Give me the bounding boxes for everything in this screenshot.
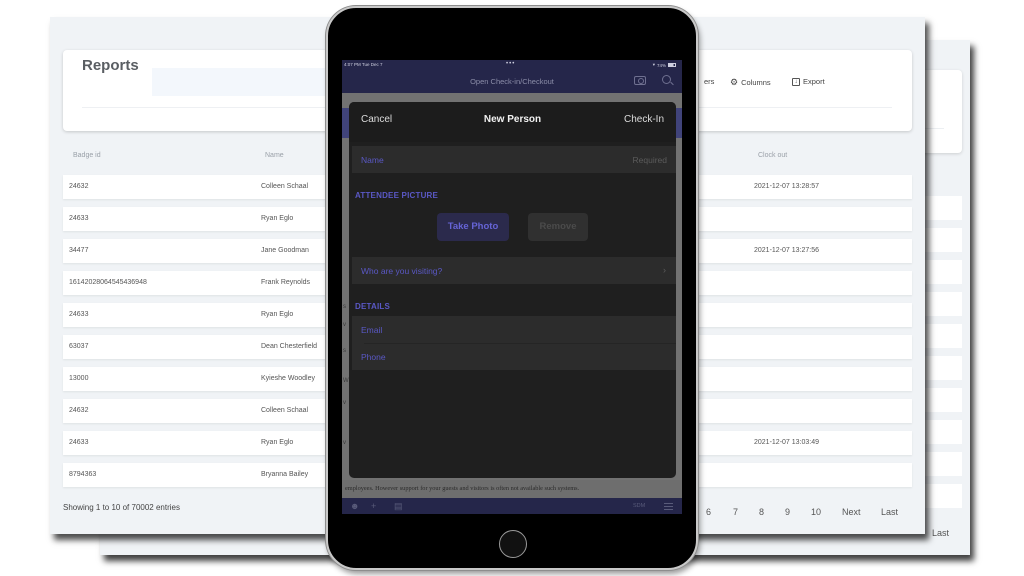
name-placeholder: Required (632, 155, 668, 165)
name-cell: Colleen Schaal (261, 407, 309, 414)
filters-button[interactable]: ers (704, 77, 714, 86)
ipad-screen: s v s W v v 4:07 PM Tue Dec 7 ••• ▾ 74% … (342, 60, 682, 514)
ios-status-bar: 4:07 PM Tue Dec 7 ••• ▾ 74% (342, 60, 682, 70)
check-in-button[interactable]: Check-In (624, 114, 664, 125)
badge-id-cell: 24633 (69, 311, 89, 318)
badge-id-cell: 8794363 (69, 471, 97, 478)
background-description-text: employees. However support for your gues… (342, 480, 682, 498)
column-header-name[interactable]: Name (265, 152, 284, 159)
filters-label: ers (704, 77, 715, 86)
columns-button[interactable]: ⚙ Columns (730, 77, 771, 88)
background-pager-last[interactable]: Last (932, 528, 949, 538)
badge-id-cell: 63037 (69, 343, 89, 350)
badge-id-cell: 34477 (69, 247, 89, 254)
battery-indicator: ▾ 74% (653, 62, 676, 68)
background-letter: v (343, 440, 346, 446)
who-visiting-label: Who are you visiting? (361, 266, 443, 276)
search-icon[interactable] (662, 75, 671, 84)
name-field[interactable]: Name Required (352, 146, 676, 173)
page-6[interactable]: 6 (706, 507, 711, 517)
background-letter: s (343, 304, 346, 310)
badge-id-cell: 13000 (69, 375, 89, 382)
multitasking-dots[interactable]: ••• (506, 61, 515, 67)
badge-id-cell: 16142028064545436948 (69, 279, 147, 286)
entries-count: Showing 1 to 10 of 70002 entries (63, 503, 180, 512)
export-button[interactable]: ↓ Export (792, 77, 825, 86)
wifi-icon: ▾ (652, 62, 655, 67)
name-cell: Jane Goodman (261, 247, 309, 254)
clock-out-cell: 2021-12-07 13:28:57 (754, 183, 819, 190)
clock-out-cell: 2021-12-07 13:03:49 (754, 439, 819, 446)
take-photo-button[interactable]: Take Photo (437, 213, 509, 241)
app-navbar: Open Check-in/Checkout (342, 70, 682, 93)
page-9[interactable]: 9 (785, 507, 790, 517)
search-input[interactable] (152, 68, 342, 96)
column-header-clock-out[interactable]: Clock out (758, 152, 787, 159)
modal-header: Cancel New Person Check-In (349, 102, 676, 142)
badge-id-cell: 24633 (69, 215, 89, 222)
background-letter: W (343, 378, 349, 384)
plus-icon[interactable]: + (371, 501, 376, 511)
status-time: 4:07 PM Tue Dec 7 (344, 62, 383, 67)
remove-photo-button[interactable]: Remove (528, 213, 588, 241)
page-title: Reports (82, 57, 139, 74)
name-cell: Kyieshe Woodley (261, 375, 315, 382)
columns-label: Columns (741, 78, 771, 87)
badge-id-cell: 24633 (69, 439, 89, 446)
badge-id-cell: 24632 (69, 183, 89, 190)
document-icon[interactable]: ▤ (394, 501, 403, 512)
last-page-button[interactable]: Last (881, 507, 898, 517)
nav-title: Open Check-in/Checkout (470, 77, 554, 86)
name-cell: Ryan Eglo (261, 311, 294, 318)
column-header-badge-id[interactable]: Badge id (73, 152, 101, 159)
email-field-label[interactable]: Email (361, 325, 382, 335)
divider (364, 343, 676, 344)
ipad-device: s v s W v v 4:07 PM Tue Dec 7 ••• ▾ 74% … (326, 6, 698, 570)
new-person-modal: Cancel New Person Check-In Name Required… (349, 102, 676, 478)
attendee-picture-heading: ATTENDEE PICTURE (355, 191, 439, 200)
page-7[interactable]: 7 (733, 507, 738, 517)
page-8[interactable]: 8 (759, 507, 764, 517)
gear-icon: ⚙ (730, 77, 739, 87)
person-icon[interactable]: ☻ (350, 501, 359, 511)
name-cell: Ryan Eglo (261, 215, 294, 222)
home-button[interactable] (499, 530, 527, 558)
background-letter: v (343, 322, 346, 328)
name-cell: Frank Reynolds (261, 279, 311, 286)
background-letter: v (343, 400, 346, 406)
page-10[interactable]: 10 (811, 507, 821, 517)
name-cell: Bryanna Bailey (261, 471, 309, 478)
camera-icon[interactable] (634, 76, 646, 85)
chevron-right-icon: › (663, 265, 666, 275)
sdm-label[interactable]: SDM (633, 503, 645, 509)
stage: Last Reports ers ⚙ Columns ↓ Export Badg… (0, 0, 1024, 576)
clock-out-cell: 2021-12-07 13:27:56 (754, 247, 819, 254)
name-cell: Ryan Eglo (261, 439, 294, 446)
details-group: Email Phone (352, 316, 676, 370)
battery-percent: 74% (656, 62, 666, 68)
name-cell: Colleen Schaal (261, 183, 309, 190)
background-letter: s (343, 348, 346, 354)
export-icon: ↓ (792, 77, 800, 86)
name-cell: Dean Chesterfield (261, 343, 318, 350)
hamburger-menu-icon[interactable] (664, 503, 673, 510)
badge-id-cell: 24632 (69, 407, 89, 414)
app-tab-bar: ☻ + ▤ SDM (342, 498, 682, 514)
details-heading: DETAILS (355, 302, 391, 311)
who-visiting-field[interactable]: Who are you visiting? › (352, 257, 676, 284)
name-label: Name (361, 155, 384, 165)
export-label: Export (803, 77, 825, 86)
phone-field-label[interactable]: Phone (361, 352, 386, 362)
battery-icon (668, 63, 676, 67)
next-page-button[interactable]: Next (842, 507, 861, 517)
